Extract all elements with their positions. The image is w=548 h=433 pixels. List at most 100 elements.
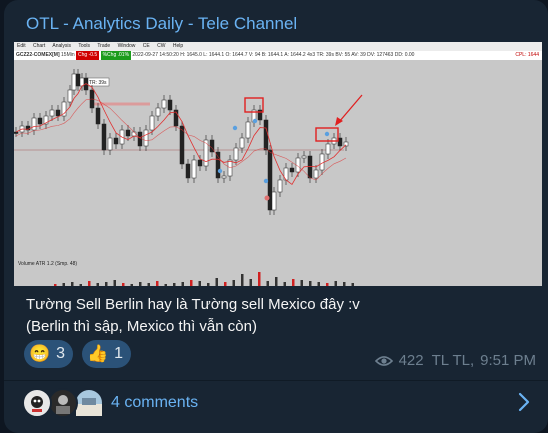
signal-dot <box>263 178 269 184</box>
candle <box>277 179 283 193</box>
volume-bar <box>122 283 125 286</box>
volume-bar <box>88 281 91 286</box>
volume-bar <box>215 278 218 286</box>
volume-bar <box>71 282 74 286</box>
volume-bar <box>173 283 176 286</box>
channel-title[interactable]: OTL - Analytics Daily - Tele Channel <box>26 14 297 34</box>
candle <box>55 109 61 117</box>
comments-count: 4 comments <box>111 394 199 411</box>
volume-bar <box>130 284 133 286</box>
chart-info-bar: GCZ22-COMEX[M] 15Min Chg -0.5 %Chg .01% … <box>14 51 542 60</box>
candle <box>67 89 73 103</box>
chart-ticker: GCZ22-COMEX[M] <box>16 52 60 58</box>
volume-bar <box>309 281 312 286</box>
avatar <box>22 388 52 418</box>
candle <box>221 175 227 179</box>
candles-group <box>14 69 349 215</box>
message-bubble: OTL - Analytics Daily - Tele Channel Edi… <box>4 0 548 433</box>
volume-bar <box>300 280 303 286</box>
volume-bar <box>105 282 108 286</box>
signal-dot <box>252 118 258 124</box>
thumbs-up-icon: 👍 <box>87 344 109 363</box>
candle <box>325 143 331 155</box>
volume-bar <box>275 277 278 286</box>
candle <box>49 109 55 117</box>
candle <box>319 153 325 171</box>
reaction-count: 1 <box>114 345 124 362</box>
chart-change: Chg -0.5 <box>76 51 100 60</box>
candle <box>143 129 149 147</box>
reaction-thumbs-up[interactable]: 👍 1 <box>82 340 132 368</box>
candle <box>307 155 313 179</box>
chart-menu-item: Chart <box>33 43 46 49</box>
volume-bar <box>181 282 184 286</box>
chart-cpl-label: CPL: 1644 <box>515 52 539 58</box>
candle <box>71 73 77 91</box>
chart-menu-item: CE <box>142 43 150 49</box>
candle <box>263 119 269 151</box>
volume-bar <box>164 284 167 286</box>
candle <box>107 137 113 151</box>
volume-bar <box>317 282 320 286</box>
comments-button[interactable]: 4 comments <box>4 381 548 433</box>
message-text: Tường Sell Berlin hay là Tường sell Mexi… <box>26 294 360 338</box>
candle <box>191 159 197 179</box>
signal-dot <box>232 125 238 131</box>
candle <box>131 131 137 137</box>
volume-bar <box>326 283 329 286</box>
candle <box>95 107 101 125</box>
volume-bar <box>241 274 244 286</box>
volume-bar <box>232 280 235 286</box>
candle <box>233 147 239 161</box>
chart-menu-item: CW <box>157 43 166 49</box>
reaction-count: 3 <box>56 345 66 362</box>
chart-image[interactable]: Edit Chart Analysis Tools Trade Window C… <box>14 42 542 286</box>
volume-bar <box>292 279 295 286</box>
candle <box>155 107 161 117</box>
candle <box>245 121 251 139</box>
view-count: 422 <box>398 352 424 369</box>
volume-bar <box>147 283 150 286</box>
volume-bar <box>283 282 286 286</box>
candle <box>301 155 307 159</box>
price-chart: TR: 39s <box>14 69 363 215</box>
signal-dot <box>264 195 270 201</box>
candle <box>239 137 245 149</box>
volume-bar <box>351 283 354 286</box>
candle <box>185 163 191 179</box>
chart-menu-bar: Edit Chart Analysis Tools Trade Window C… <box>14 42 542 51</box>
candle <box>113 137 119 145</box>
chart-menu-item: Trade <box>97 43 111 49</box>
candle <box>37 117 43 125</box>
volume-bar <box>79 284 82 286</box>
message-line-2: (Berlin thì sập, Mexico thì vẫn còn) <box>26 318 257 335</box>
volume-chart <box>54 272 354 286</box>
chart-info-text: 2022-09-27 14:50:20 H: 1645.0 L: 1644.1 … <box>132 52 415 58</box>
candle <box>197 159 203 167</box>
chart-menu-item: Analysis <box>52 43 71 49</box>
chart-timeframe: 15Min <box>61 52 75 58</box>
candle <box>179 125 185 165</box>
candle <box>149 115 155 131</box>
chevron-right-icon <box>518 392 530 412</box>
signal-dot <box>217 168 223 174</box>
volume-bar <box>156 281 159 286</box>
candle <box>75 73 81 87</box>
grinning-face-icon: 😁 <box>29 344 51 363</box>
candle <box>289 167 295 173</box>
candle <box>14 131 19 134</box>
avatar <box>48 388 78 418</box>
volume-bar <box>190 280 193 286</box>
chart-pct-change: %Chg .01% <box>100 51 132 60</box>
candle <box>313 169 319 179</box>
signal-dot <box>324 131 330 137</box>
volume-bar <box>249 279 252 286</box>
reaction-grin[interactable]: 😁 3 <box>24 340 74 368</box>
message-meta: 422 TL TL , 9:51 PM <box>374 352 536 369</box>
volume-label: Volume ATR 1.2 (Smp. 48) <box>18 261 78 267</box>
candle <box>161 99 167 109</box>
volume-bar <box>139 282 142 286</box>
candle <box>271 191 277 211</box>
volume-bar <box>54 284 57 286</box>
chart-menu-item: Window <box>117 43 136 49</box>
